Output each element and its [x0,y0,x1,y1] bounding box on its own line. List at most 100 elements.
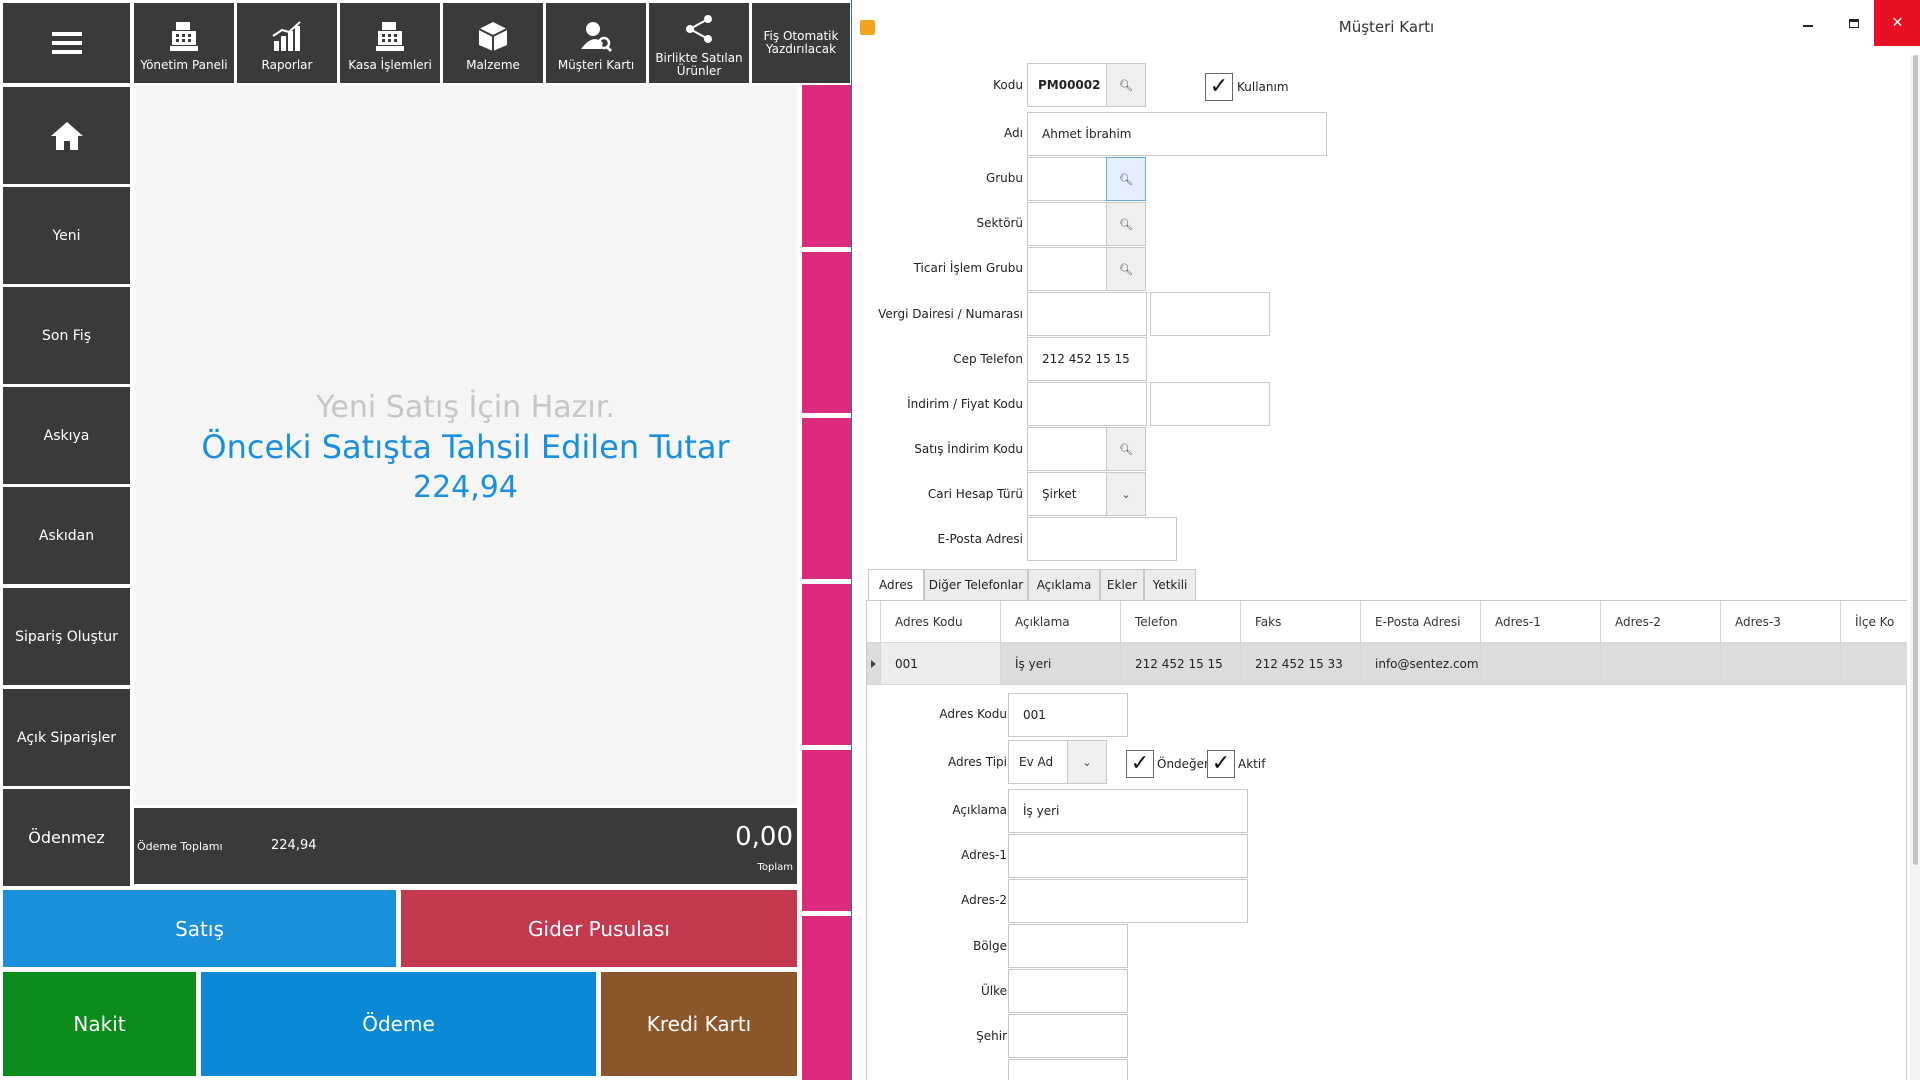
grid-header-adres-2[interactable]: Adres-2 [1601,601,1721,643]
adres-kodu-field[interactable]: 001 [1008,693,1128,737]
sidebar-item-odenmez[interactable]: Ödenmez [3,789,130,886]
indirim-kodu-field[interactable] [1027,382,1147,426]
grid-cell[interactable] [1721,643,1841,684]
cep-telefon-field[interactable]: 212 452 15 15 [1027,337,1147,381]
adres-1-field[interactable] [1008,834,1248,878]
adres-1-label: Adres-1 [961,848,1007,862]
gider-pusulasi-button[interactable]: Gider Pusulası [401,890,797,967]
address-grid: Adres Kodu Açıklama Telefon Faks E-Posta… [867,601,1907,685]
grid-header-aciklama[interactable]: Açıklama [1001,601,1121,643]
grand-total-value: 0,00 [735,822,793,852]
cari-dropdown-button[interactable]: ⌄ [1106,472,1146,516]
grid-header-adres-1[interactable]: Adres-1 [1481,601,1601,643]
kullanim-checkbox[interactable]: ✓ [1205,73,1233,101]
adres-aciklama-value: İş yeri [1023,804,1060,818]
row-indicator [867,601,881,684]
sidebar-item-label: Ödenmez [28,828,105,847]
grid-header-faks[interactable]: Faks [1241,601,1361,643]
minimize-button[interactable] [1785,0,1831,46]
close-button[interactable]: ✕ [1874,0,1920,46]
sidebar-item-son-fis[interactable]: Son Fiş [3,287,130,384]
grid-header-adres-kodu[interactable]: Adres Kodu [881,601,1001,643]
grid-header-eposta[interactable]: E-Posta Adresi [1361,601,1481,643]
grid-cell[interactable]: İş yeri [1001,643,1121,684]
toolbar-birlikte-satilan-button[interactable]: Birlikte Satılan Ürünler [649,3,749,83]
maximize-button[interactable] [1831,0,1877,46]
home-icon [50,121,83,150]
adres-tipi-select[interactable]: Ev Ad [1008,740,1068,784]
kredi-label: Kredi Kartı [646,1012,752,1036]
nakit-button[interactable]: Nakit [3,972,196,1076]
sidebar-item-askidan[interactable]: Askıdan [3,487,130,584]
dialog-scrollbar[interactable] [1910,55,1920,1080]
adres-2-field[interactable] [1008,879,1248,923]
satis-button[interactable]: Satış [3,890,396,967]
grubu-lookup-button[interactable]: 🔍︎ [1106,157,1146,201]
adi-field[interactable]: Ahmet İbrahim [1027,112,1327,156]
grid-cell[interactable]: 212 452 15 15 [1121,643,1241,684]
toolbar-fis-otomatik-button[interactable]: Fiş Otomatik Yazdırılacak [752,3,850,83]
satis-indirim-lookup-button[interactable]: 🔍︎ [1106,427,1146,471]
eposta-label: E-Posta Adresi [937,532,1023,546]
next-address-field[interactable] [1008,1059,1128,1080]
sidebar-item-siparis-olustur[interactable]: Sipariş Oluştur [3,588,130,685]
grubu-field[interactable] [1027,157,1107,201]
cari-hesap-turu-select[interactable]: Şirket [1027,472,1107,516]
toolbar-label: Malzeme [466,57,520,72]
tab-diger-telefonlar[interactable]: Diğer Telefonlar [924,569,1028,601]
quick-button-2[interactable] [802,252,851,413]
sidebar-item-yeni[interactable]: Yeni [3,187,130,284]
adres-tipi-dropdown-button[interactable]: ⌄ [1067,740,1107,784]
toolbar-yonetim-paneli-button[interactable]: Yönetim Paneli [134,3,234,83]
toolbar-malzeme-button[interactable]: Malzeme [443,3,543,83]
bolge-field[interactable] [1008,924,1128,968]
toolbar-kasa-islemleri-button[interactable]: Kasa İşlemleri [340,3,440,83]
grid-header-telefon[interactable]: Telefon [1121,601,1241,643]
kullanim-label: Kullanım [1237,80,1289,94]
toolbar-musteri-karti-button[interactable]: Müşteri Kartı [546,3,646,83]
fiyat-kodu-field[interactable] [1150,382,1270,426]
grid-cell[interactable] [1601,643,1721,684]
toolbar-raporlar-button[interactable]: Raporlar [237,3,337,83]
vergi-numarasi-field[interactable] [1150,292,1270,336]
tab-yetkili[interactable]: Yetkili [1144,569,1196,601]
adres-kodu-value: 001 [1023,708,1046,722]
sidebar-home-button[interactable] [3,87,130,184]
close-icon: ✕ [1891,15,1904,31]
sidebar-item-label: Son Fiş [42,327,91,344]
ticari-field[interactable] [1027,247,1107,291]
adres-tipi-value: Ev Ad [1019,755,1054,769]
scrollbar-thumb[interactable] [1913,55,1918,865]
ulke-field[interactable] [1008,969,1128,1013]
kodu-lookup-button[interactable]: 🔍︎ [1106,63,1146,107]
tab-aciklama[interactable]: Açıklama [1028,569,1100,601]
payment-total-value: 224,94 [271,838,317,853]
ticari-lookup-button[interactable]: 🔍︎ [1106,247,1146,291]
grid-cell[interactable]: 001 [881,643,1001,684]
ondeger-checkbox[interactable]: ✓ [1126,750,1154,778]
odeme-button[interactable]: Ödeme [201,972,596,1076]
tab-adres[interactable]: Adres [868,569,924,601]
sektoru-lookup-button[interactable]: 🔍︎ [1106,202,1146,246]
aktif-checkbox[interactable]: ✓ [1207,750,1235,778]
sehir-field[interactable] [1008,1014,1128,1058]
hamburger-menu-button[interactable] [3,3,130,83]
grid-header-adres-3[interactable]: Adres-3 [1721,601,1841,643]
grid-cell[interactable]: 212 452 15 33 [1241,643,1361,684]
vergi-dairesi-field[interactable] [1027,292,1147,336]
eposta-field[interactable] [1027,517,1177,561]
sidebar-item-askiya[interactable]: Askıya [3,387,130,484]
sektoru-field[interactable] [1027,202,1107,246]
quick-button-5[interactable] [802,750,851,911]
satis-indirim-field[interactable] [1027,427,1107,471]
grid-header-ilce-kodu[interactable]: İlçe Ko [1841,601,1907,643]
kodu-field[interactable]: PM00002 [1027,63,1107,107]
kredi-karti-button[interactable]: Kredi Kartı [601,972,797,1076]
tab-ekler[interactable]: Ekler [1100,569,1144,601]
grid-cell[interactable] [1841,643,1907,684]
toolbar-label: Müşteri Kartı [557,57,635,72]
adres-aciklama-field[interactable]: İş yeri [1008,789,1248,833]
grid-cell[interactable] [1481,643,1601,684]
sidebar-item-acik-siparisler[interactable]: Açık Siparişler [3,689,130,786]
grid-cell[interactable]: info@sentez.com [1361,643,1481,684]
